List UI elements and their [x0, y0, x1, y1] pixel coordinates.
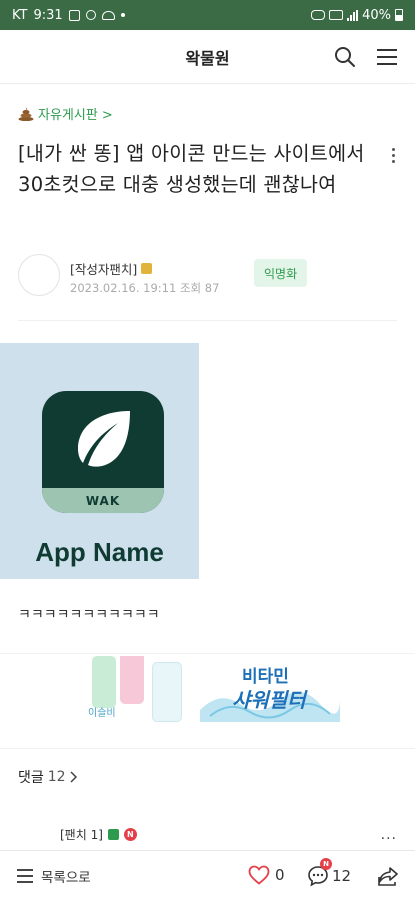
author-label: [작성자팬치]: [70, 262, 138, 277]
bottom-bar: 목록으로 0 N 12: [0, 850, 415, 900]
carrier: KT: [12, 7, 28, 23]
post-views: 조회 87: [179, 281, 220, 295]
app-icon-preview: WAK: [42, 391, 164, 513]
cloud-icon: [101, 10, 115, 20]
battery-icon: [395, 9, 403, 21]
comment-author[interactable]: [팬치 1] N: [60, 826, 137, 843]
avatar[interactable]: [18, 254, 60, 296]
signal-icon: [347, 9, 359, 21]
app-header: 왁물원: [0, 30, 415, 84]
chevron-right-icon: [70, 771, 77, 783]
like-button[interactable]: 0: [248, 865, 285, 885]
volte-icon: [329, 10, 344, 20]
post-date: 2023.02.16. 19:11: [70, 281, 177, 295]
ad-brand: 이슬비: [88, 708, 116, 719]
post-image[interactable]: WAK App Name: [0, 343, 199, 579]
app-title[interactable]: 왁물원: [185, 45, 229, 69]
post-meta: 2023.02.16. 19:11 조회 87: [70, 280, 219, 296]
post-more-icon[interactable]: [389, 148, 397, 166]
leaf-icon: [78, 411, 130, 467]
status-bar: KT 9:31 40%: [0, 0, 415, 30]
divider: [0, 653, 415, 654]
author-name[interactable]: [작성자팬치]: [70, 259, 153, 278]
clock: 9:31: [33, 7, 63, 23]
back-to-list-button[interactable]: 목록으로: [16, 866, 91, 886]
anonymize-badge[interactable]: 익명화: [254, 259, 308, 287]
back-to-list-label: 목록으로: [41, 870, 91, 886]
icon-label: WAK: [42, 488, 164, 513]
bulb-icon: [85, 10, 96, 20]
list-icon: [17, 869, 33, 883]
heart-icon: [248, 865, 270, 885]
comments-header[interactable]: 댓글 12: [18, 767, 78, 787]
ad-title-line2: 샤워필터: [232, 688, 306, 712]
ad-product-image: [152, 662, 182, 722]
comment-author-name: [팬치 1]: [60, 828, 103, 842]
poop-icon: [18, 107, 34, 121]
divider: [0, 748, 415, 749]
divider: [18, 320, 397, 321]
crown-badge-icon: [141, 263, 153, 274]
comment-button[interactable]: N 12: [307, 858, 352, 887]
like-count: 0: [275, 866, 285, 884]
comment-count: 12: [332, 867, 352, 885]
ad-product-image: [120, 656, 144, 704]
ad-product-image: [92, 656, 116, 708]
board-link[interactable]: 자유게시판 >: [18, 104, 113, 123]
battery-percent: 40%: [362, 7, 391, 23]
member-badge-icon: [107, 829, 119, 840]
app-name-text: App Name: [35, 537, 164, 567]
comment-icon-wrap: N: [307, 858, 332, 887]
share-icon[interactable]: [377, 865, 399, 887]
comment-more-icon[interactable]: ···: [381, 831, 397, 847]
new-badge: N: [320, 858, 332, 870]
more-notifications-icon: [120, 13, 125, 17]
search-icon[interactable]: [333, 45, 357, 69]
gallery-icon: [68, 9, 80, 21]
status-right: 40%: [311, 8, 403, 23]
post-title: [내가 싼 똥] 앱 아이콘 만드는 사이트에서 30초컷으로 대충 생성했는데…: [18, 142, 365, 196]
board-name: 자유게시판 >: [38, 108, 113, 123]
wifi-calling-icon: [311, 10, 326, 20]
menu-icon[interactable]: [375, 45, 399, 69]
comments-label: 댓글: [18, 770, 44, 786]
new-badge: N: [123, 828, 137, 841]
ad-banner[interactable]: 이슬비 비타민 샤워필터: [82, 656, 340, 722]
post-body: ㅋㅋㅋㅋㅋㅋㅋㅋㅋㅋㅋ: [18, 607, 160, 623]
comments-count: 12: [47, 769, 66, 785]
status-left: KT 9:31: [12, 8, 125, 23]
